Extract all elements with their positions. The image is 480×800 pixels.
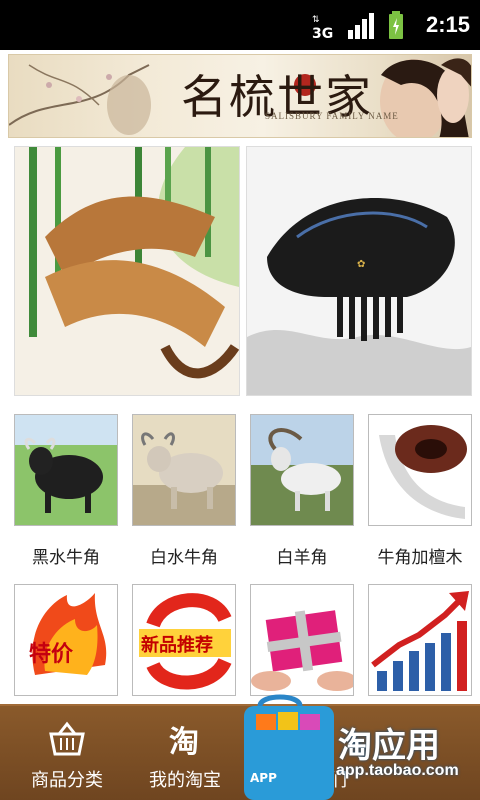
promo-gift-box[interactable]	[250, 584, 354, 696]
special-price-image: 特价	[15, 585, 117, 695]
nav-label: 商品分类	[31, 770, 103, 791]
category-white-buffalo-horn[interactable]	[132, 414, 236, 526]
svg-text:⇅: ⇅	[312, 15, 320, 25]
svg-text:3G: 3G	[312, 26, 333, 40]
banner-subtitle: SALISBURY FAMILY NAME	[265, 111, 399, 121]
svg-text:✿: ✿	[357, 259, 365, 270]
new-arrivals-image: 新品推荐	[133, 585, 235, 695]
promo-growth-chart[interactable]	[368, 584, 472, 696]
white-goat-image	[251, 415, 353, 525]
nav-product-categories[interactable]: 商品分类	[12, 706, 122, 800]
basket-icon	[49, 721, 85, 756]
svg-text:淘: 淘	[169, 725, 199, 760]
category-label: 白水牛角	[150, 548, 218, 568]
category-label: 白羊角	[276, 548, 328, 568]
clock: 2:15	[425, 12, 470, 37]
battery-icon	[389, 11, 403, 39]
app-content: 名梳世家 SALISBURY FAMILY NAME ✿ 黑水牛角 白水牛角 白…	[0, 50, 480, 800]
status-bar: ⇅ 3G 2:15	[0, 0, 480, 50]
promo-special-price[interactable]: 特价	[14, 584, 118, 696]
taobao-app-badge[interactable]: APP 淘应用 app.taobao.com	[240, 690, 480, 800]
svg-text:APP: APP	[250, 771, 277, 785]
nav-label: 我的淘宝	[149, 770, 221, 791]
black-comb-image: ✿	[247, 147, 471, 395]
tao-icon: 淘	[169, 725, 199, 760]
svg-text:新品推荐: 新品推荐	[141, 634, 213, 656]
category-label: 黑水牛角	[32, 548, 100, 568]
shop-banner[interactable]: 名梳世家 SALISBURY FAMILY NAME	[8, 54, 472, 138]
hero-product-horn-comb[interactable]	[14, 146, 240, 396]
category-horn-sandalwood[interactable]	[368, 414, 472, 526]
horn-comb-image	[15, 147, 240, 395]
horn-sandalwood-image	[369, 415, 471, 525]
taobao-app-url: app.taobao.com	[336, 762, 459, 779]
signal-icon	[348, 13, 374, 39]
promo-new-arrivals[interactable]: 新品推荐	[132, 584, 236, 696]
nav-my-taobao[interactable]: 淘 我的淘宝	[130, 706, 240, 800]
network-3g-icon: ⇅ 3G	[312, 15, 333, 40]
hero-product-black-comb[interactable]: ✿	[246, 146, 472, 396]
category-label: 牛角加檀木	[377, 548, 463, 568]
white-buffalo-image	[133, 415, 235, 525]
taobao-app-title: 淘应用	[338, 726, 440, 766]
svg-text:特价: 特价	[29, 641, 74, 667]
growth-chart-image	[369, 585, 471, 695]
gift-box-image	[251, 585, 353, 695]
category-white-goat-horn[interactable]	[250, 414, 354, 526]
black-buffalo-image	[15, 415, 117, 525]
category-black-buffalo-horn[interactable]	[14, 414, 118, 526]
